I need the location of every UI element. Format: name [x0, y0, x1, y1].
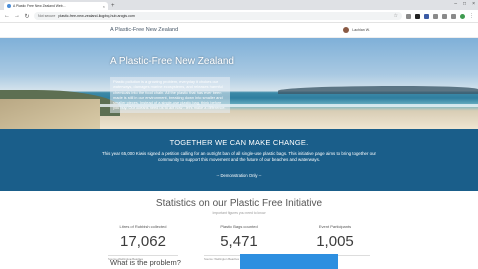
site-title[interactable]: A Plastic-Free New Zealand: [110, 27, 178, 33]
browser-tab[interactable]: A Plastic Free New Zealand Web... ×: [4, 2, 108, 10]
demo-note: -- Demonstration Only --: [216, 173, 262, 178]
user-menu[interactable]: Lachlan W.: [343, 27, 370, 33]
hero-text: Plastic pollution is a growing problem, …: [110, 77, 230, 113]
close-window-button[interactable]: ×: [472, 1, 475, 7]
problem-heading: What is the problem?: [110, 258, 181, 267]
stat-row: Litres of Rubbish collected 17,062 Sourc…: [0, 224, 478, 261]
band-title: TOGETHER WE CAN MAKE CHANGE.: [169, 138, 309, 147]
favicon-icon: [7, 4, 11, 8]
browser-toolbar: ← → ↻ Not secure plastic-free-new-zealan…: [0, 10, 478, 23]
hero-dunes: [0, 99, 100, 129]
tab-title: A Plastic Free New Zealand Web...: [13, 4, 66, 8]
profile-icon[interactable]: [460, 13, 465, 19]
site-header: A Plastic-Free New Zealand Lachlan W.: [0, 23, 478, 38]
user-name: Lachlan W.: [352, 28, 370, 32]
extension-icon[interactable]: [415, 13, 420, 19]
extension-icon[interactable]: [442, 13, 447, 19]
close-tab-icon[interactable]: ×: [103, 4, 105, 9]
hero-headland: [278, 86, 478, 94]
extension-icon[interactable]: [451, 13, 456, 19]
band-text: This year 65,000 Kiwis signed a petition…: [101, 151, 376, 162]
back-button[interactable]: ←: [4, 13, 10, 19]
change-band: TOGETHER WE CAN MAKE CHANGE. This year 6…: [0, 129, 478, 191]
extension-icon[interactable]: [424, 13, 429, 19]
stat-label: Litres of Rubbish collected: [119, 224, 167, 229]
stats-title: Statistics on our Plastic Free Initiativ…: [155, 198, 323, 209]
security-label[interactable]: Not secure: [38, 14, 55, 18]
media-card[interactable]: [240, 254, 338, 269]
bookmark-star-icon[interactable]: ☆: [394, 13, 398, 19]
browser-menu-icon[interactable]: ⋮: [469, 13, 474, 19]
stats-section: Statistics on our Plastic Free Initiativ…: [0, 191, 478, 269]
tab-strip: A Plastic Free New Zealand Web... × + – …: [0, 0, 478, 10]
hero-title: A Plastic-Free New Zealand: [110, 56, 234, 67]
extension-icon[interactable]: [433, 13, 438, 19]
hero-banner: A Plastic-Free New Zealand Plastic pollu…: [0, 38, 478, 129]
minimize-button[interactable]: –: [454, 1, 457, 7]
new-tab-button[interactable]: +: [111, 2, 115, 10]
stat-value: 1,005: [316, 233, 354, 250]
reload-button[interactable]: ↻: [24, 13, 30, 20]
stat-value: 5,471: [220, 233, 258, 250]
forward-button[interactable]: →: [14, 13, 20, 19]
maximize-button[interactable]: □: [463, 1, 466, 7]
stat-label: Event Participants: [318, 224, 352, 229]
stat-rubbish: Litres of Rubbish collected 17,062 Sourc…: [108, 224, 178, 261]
stat-label: Plastic Bags counted: [220, 224, 258, 229]
url-text[interactable]: plastic-free-new-zealand-ikqpbq-hub.arcg…: [58, 14, 135, 18]
stat-value: 17,062: [120, 233, 166, 250]
window-controls: – □ ×: [454, 1, 475, 7]
avatar: [343, 27, 350, 33]
extension-icon[interactable]: [406, 13, 411, 19]
address-bar[interactable]: Not secure plastic-free-new-zealand-ikqp…: [34, 12, 402, 20]
stats-subtitle: Important figures you need to know: [212, 211, 266, 215]
